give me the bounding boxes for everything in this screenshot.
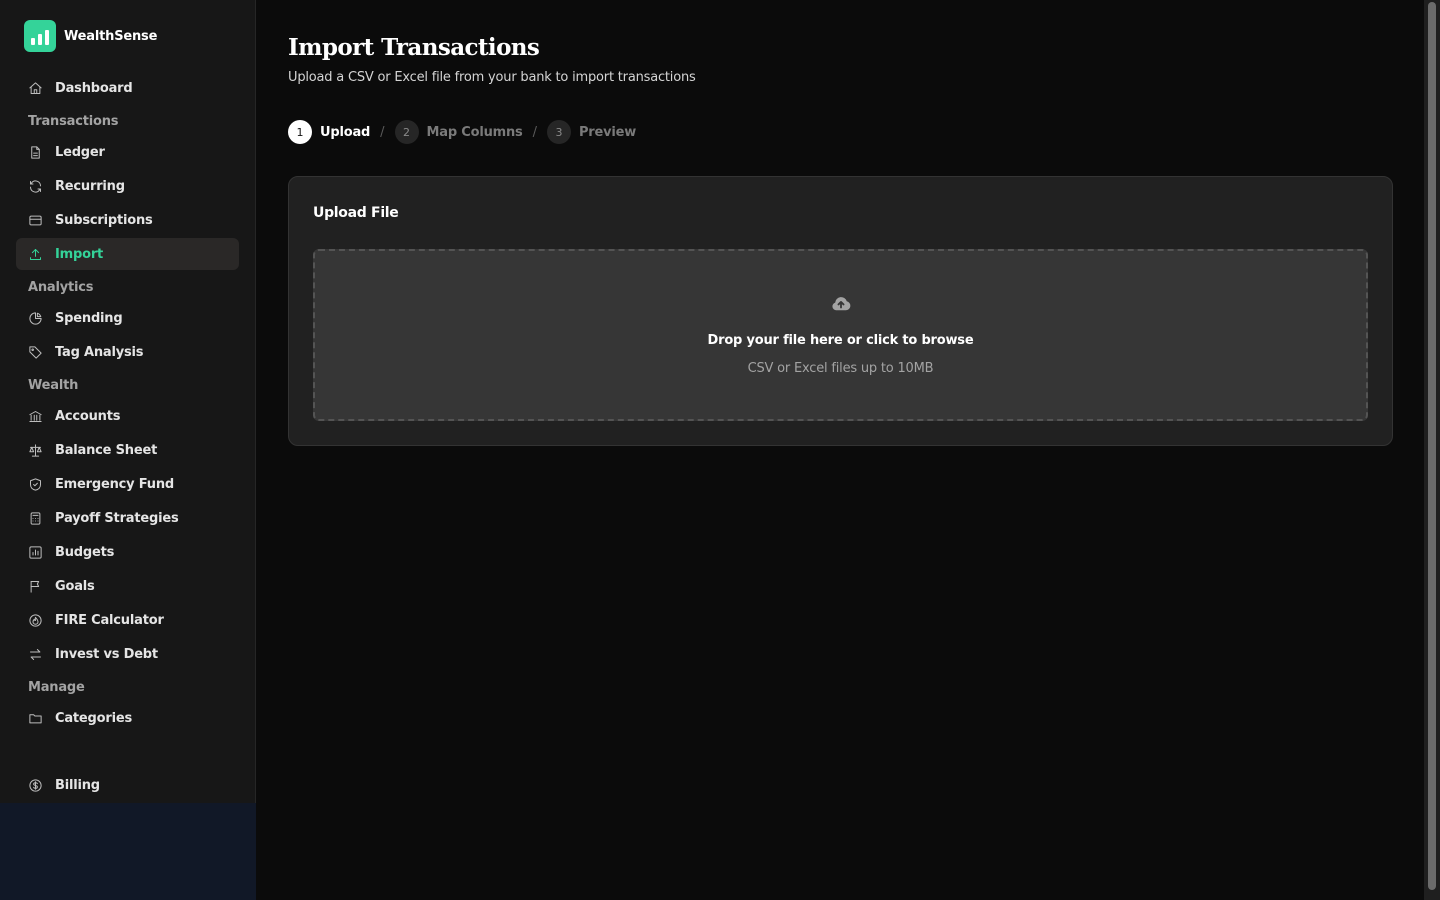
sidebar-item-goals[interactable]: Goals	[16, 570, 239, 602]
file-dropzone[interactable]: Drop your file here or click to browse C…	[313, 249, 1368, 421]
scrollbar-thumb[interactable]	[1428, 2, 1436, 890]
sidebar-item-label: Billing	[55, 777, 100, 793]
step-preview[interactable]: 3 Preview	[546, 120, 637, 144]
pie-chart-icon	[29, 311, 42, 325]
sidebar-item-label: Payoff Strategies	[55, 510, 179, 526]
home-icon	[29, 81, 42, 94]
calculator-icon	[30, 511, 41, 525]
sidebar-item-label: Subscriptions	[55, 212, 153, 228]
sidebar-item-label: Budgets	[55, 544, 115, 560]
step-label: Upload	[320, 124, 371, 140]
page-scrollbar[interactable]	[1424, 0, 1440, 900]
upload-card-title: Upload File	[313, 205, 399, 221]
sidebar-item-tag-analysis[interactable]: Tag Analysis	[16, 336, 239, 368]
nav-section-transactions: Transactions	[28, 113, 119, 129]
flag-icon	[30, 580, 40, 593]
sidebar-item-spending[interactable]: Spending	[16, 302, 239, 334]
sidebar-item-subscriptions[interactable]: Subscriptions	[16, 204, 239, 236]
sidebar-item-label: Invest vs Debt	[55, 646, 158, 662]
dropzone-hint: CSV or Excel files up to 10MB	[747, 361, 934, 376]
scale-icon	[29, 443, 42, 457]
brand[interactable]: WealthSense	[24, 20, 157, 52]
sidebar-item-categories[interactable]: Categories	[16, 702, 239, 734]
tag-icon	[29, 345, 42, 359]
refresh-icon	[30, 180, 41, 192]
sidebar-item-balance-sheet[interactable]: Balance Sheet	[16, 434, 239, 466]
sidebar-item-emergency-fund[interactable]: Emergency Fund	[16, 468, 239, 500]
sidebar-item-dashboard[interactable]: Dashboard	[16, 72, 239, 104]
bank-icon	[29, 410, 42, 422]
sidebar-item-label: Goals	[55, 578, 95, 594]
step-number: 3	[546, 120, 571, 144]
dropzone-title: Drop your file here or click to browse	[707, 333, 974, 348]
upload-icon	[30, 248, 41, 260]
sidebar-item-invest-vs-debt[interactable]: Invest vs Debt	[16, 638, 239, 670]
sidebar-item-label: Ledger	[55, 144, 105, 160]
sidebar: WealthSense Dashboard Transactions Ledge…	[0, 0, 256, 900]
nav-section-analytics: Analytics	[28, 279, 94, 295]
sidebar-item-label: Tag Analysis	[55, 344, 144, 360]
sidebar-footer: Billing	[16, 769, 239, 803]
sidebar-nav: Dashboard Transactions Ledger Recurring …	[16, 72, 239, 736]
page-subtitle: Upload a CSV or Excel file from your ban…	[288, 70, 696, 85]
folder-icon	[29, 713, 42, 723]
sidebar-item-recurring[interactable]: Recurring	[16, 170, 239, 202]
nav-section-manage: Manage	[28, 679, 85, 695]
step-separator: /	[532, 124, 537, 140]
brand-name: WealthSense	[64, 28, 158, 44]
step-label: Preview	[578, 124, 637, 140]
credit-card-icon	[29, 215, 42, 225]
shield-icon	[30, 477, 41, 491]
step-map-columns[interactable]: 2 Map Columns	[394, 120, 523, 144]
step-number: 2	[394, 120, 419, 144]
sidebar-item-import[interactable]: Import	[16, 238, 239, 270]
sidebar-item-label: Balance Sheet	[55, 442, 158, 458]
sidebar-item-label: Emergency Fund	[55, 476, 174, 492]
sidebar-item-fire-calculator[interactable]: FIRE Calculator	[16, 604, 239, 636]
dollar-circle-icon	[29, 778, 42, 792]
sidebar-item-label: Dashboard	[55, 80, 133, 96]
sidebar-panel: WealthSense Dashboard Transactions Ledge…	[0, 0, 256, 803]
sidebar-item-label: Import	[55, 246, 104, 262]
sidebar-item-payoff-strategies[interactable]: Payoff Strategies	[16, 502, 239, 534]
main-content: Import Transactions Upload a CSV or Exce…	[256, 0, 1424, 900]
sidebar-item-label: Recurring	[55, 178, 125, 194]
step-separator: /	[380, 124, 385, 140]
swap-icon	[30, 648, 41, 660]
step-upload[interactable]: 1 Upload	[288, 120, 370, 144]
sidebar-item-budgets[interactable]: Budgets	[16, 536, 239, 568]
brand-logo-icon	[24, 20, 56, 52]
sidebar-item-label: Categories	[55, 710, 133, 726]
sidebar-item-label: Spending	[55, 310, 123, 326]
sidebar-item-ledger[interactable]: Ledger	[16, 136, 239, 168]
sidebar-item-label: Accounts	[55, 408, 121, 424]
step-number: 1	[288, 120, 312, 144]
bar-chart-icon	[29, 545, 42, 559]
import-stepper: 1 Upload / 2 Map Columns / 3 Preview	[288, 120, 636, 144]
step-label: Map Columns	[426, 124, 523, 140]
nav-section-wealth: Wealth	[28, 377, 79, 393]
app: WealthSense Dashboard Transactions Ledge…	[0, 0, 1440, 900]
upload-card: Upload File Drop your file here or click…	[288, 176, 1393, 446]
file-icon	[31, 145, 40, 159]
cloud-upload-icon	[832, 297, 851, 311]
page-title: Import Transactions	[288, 34, 540, 61]
sidebar-item-label: FIRE Calculator	[55, 612, 164, 628]
flame-icon	[29, 613, 42, 627]
sidebar-item-billing[interactable]: Billing	[16, 769, 239, 801]
sidebar-item-accounts[interactable]: Accounts	[16, 400, 239, 432]
